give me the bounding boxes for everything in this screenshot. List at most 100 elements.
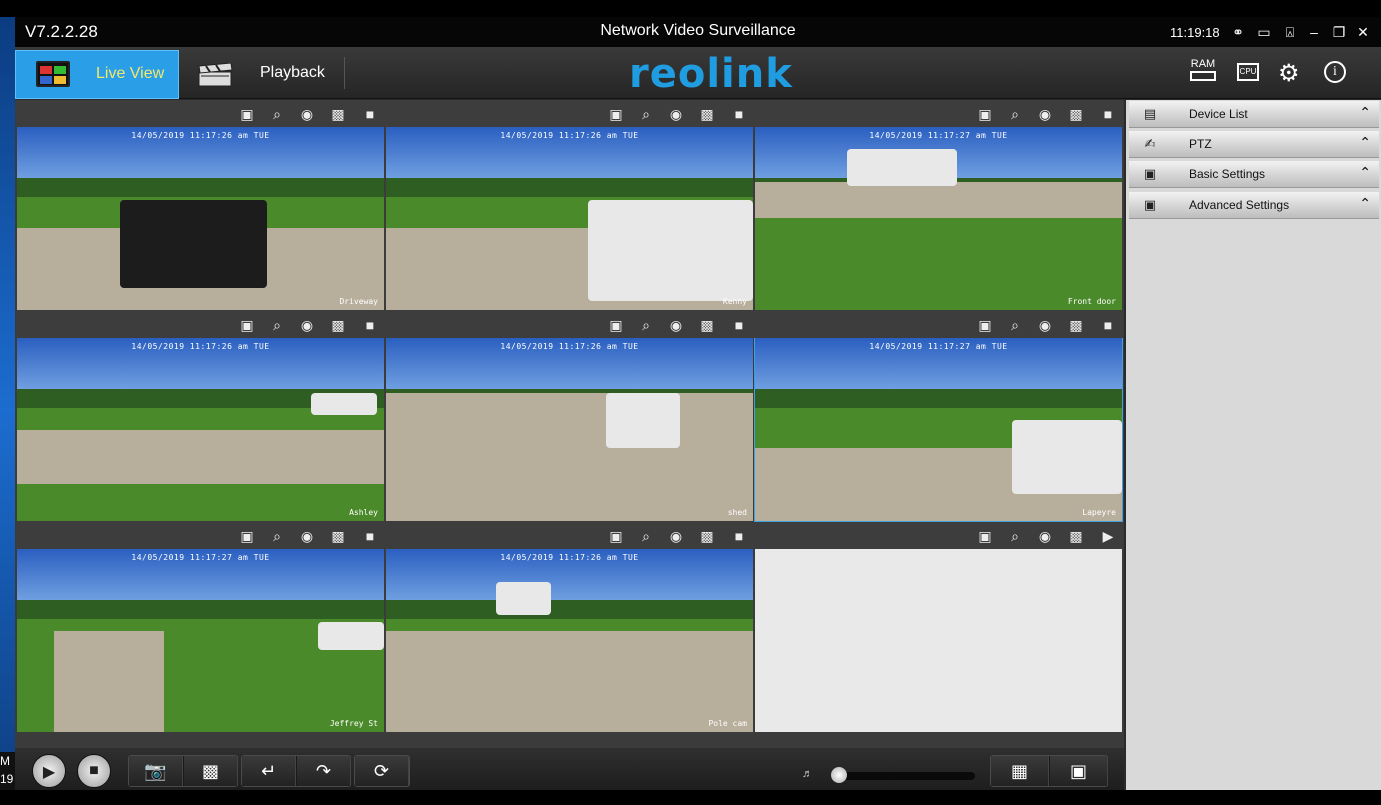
side-item-advanced-settings[interactable]: ▣ Advanced Settings ⌃ bbox=[1129, 192, 1379, 219]
snapshot-icon[interactable]: ◉ bbox=[1036, 528, 1054, 544]
record-icon[interactable]: ▩ bbox=[698, 106, 716, 122]
fit-screen-icon[interactable]: ▣ bbox=[607, 106, 625, 122]
record-icon[interactable]: ▩ bbox=[329, 317, 347, 333]
fit-screen-icon[interactable]: ▣ bbox=[976, 528, 994, 544]
stop-icon[interactable]: ■ bbox=[1099, 106, 1117, 122]
minimize-icon[interactable]: – bbox=[1305, 23, 1323, 41]
record-icon[interactable]: ▩ bbox=[329, 106, 347, 122]
record-icon[interactable]: ▩ bbox=[329, 528, 347, 544]
camera-feed[interactable]: 14/05/2019 11:17:27 am TUE Jeffrey St bbox=[17, 549, 384, 732]
snapshot-icon[interactable]: ◉ bbox=[667, 528, 685, 544]
close-icon[interactable]: ✕ bbox=[1354, 23, 1372, 41]
tab-live-view[interactable]: Live View bbox=[15, 50, 179, 99]
zoom-icon[interactable]: ⌕ bbox=[268, 317, 286, 333]
info-icon[interactable]: i bbox=[1324, 61, 1346, 83]
fit-screen-icon[interactable]: ▣ bbox=[976, 106, 994, 122]
chevron-up-icon[interactable]: ⌃ bbox=[1359, 104, 1371, 121]
record-button[interactable]: ▩ bbox=[184, 756, 238, 786]
fit-screen-icon[interactable]: ▣ bbox=[607, 317, 625, 333]
chevron-up-icon[interactable]: ⌃ bbox=[1359, 164, 1371, 181]
side-item-ptz[interactable]: ✍ PTZ ⌃ bbox=[1129, 131, 1379, 158]
record-icon[interactable]: ▩ bbox=[698, 528, 716, 544]
side-item-basic-settings[interactable]: ▣ Basic Settings ⌃ bbox=[1129, 161, 1379, 188]
cycle-button[interactable]: ⟳ bbox=[355, 756, 409, 786]
stop-button[interactable]: ■ bbox=[77, 754, 111, 788]
fit-screen-icon[interactable]: ▣ bbox=[607, 528, 625, 544]
camera-cell[interactable]: ▣ ⌕ ◉ ▩ ■ 14/05/2019 11:17:26 am TUE shed bbox=[385, 311, 754, 522]
camera-cell[interactable]: ▣ ⌕ ◉ ▩ ■ 14/05/2019 11:17:27 am TUE Front doo… bbox=[754, 100, 1123, 311]
cpu-icon[interactable]: CPU bbox=[1237, 63, 1259, 81]
camera-cell[interactable]: ▣ ⌕ ◉ ▩ ■ 14/05/2019 11:17:26 am TUE Ashley bbox=[16, 311, 385, 522]
live-view-icon bbox=[36, 61, 70, 87]
stop-icon[interactable]: ■ bbox=[361, 106, 379, 122]
camera-feed[interactable]: 14/05/2019 11:17:26 am TUE shed bbox=[386, 338, 753, 521]
camera-cell[interactable]: ▣ ⌕ ◉ ▩ ▶ bbox=[754, 522, 1123, 733]
zoom-icon[interactable]: ⌕ bbox=[1006, 317, 1024, 333]
fit-screen-icon[interactable]: ▣ bbox=[976, 317, 994, 333]
camera-cell[interactable]: ▣ ⌕ ◉ ▩ ■ 14/05/2019 11:17:26 am TUE Kenny bbox=[385, 100, 754, 311]
snapshot-icon[interactable]: ◉ bbox=[298, 317, 316, 333]
volume-knob[interactable] bbox=[831, 767, 847, 783]
stop-icon[interactable]: ■ bbox=[730, 106, 748, 122]
globe-icon[interactable]: ⚭ bbox=[1229, 23, 1247, 41]
speaker-icon[interactable]: ♬ bbox=[802, 768, 813, 780]
camera-feed[interactable]: 14/05/2019 11:17:26 am TUE Kenny bbox=[386, 127, 753, 310]
record-icon[interactable]: ▩ bbox=[698, 317, 716, 333]
fit-screen-icon[interactable]: ▣ bbox=[238, 317, 256, 333]
stop-icon[interactable]: ■ bbox=[1099, 317, 1117, 333]
zoom-icon[interactable]: ⌕ bbox=[637, 106, 655, 122]
camera-feed[interactable]: 14/05/2019 11:17:26 am TUE Driveway bbox=[17, 127, 384, 310]
snapshot-icon[interactable]: ◉ bbox=[667, 317, 685, 333]
zoom-icon[interactable]: ⌕ bbox=[1006, 528, 1024, 544]
zoom-icon[interactable]: ⌕ bbox=[1006, 106, 1024, 122]
stop-icon[interactable]: ■ bbox=[361, 317, 379, 333]
fit-screen-icon[interactable]: ▣ bbox=[238, 106, 256, 122]
snapshot-icon[interactable]: ◉ bbox=[1036, 106, 1054, 122]
stop-icon[interactable]: ■ bbox=[730, 528, 748, 544]
layout-button[interactable]: ▦ bbox=[991, 756, 1049, 786]
snapshot-icon[interactable]: ◉ bbox=[667, 106, 685, 122]
snapshot-icon[interactable]: ◉ bbox=[298, 106, 316, 122]
monitor-icon[interactable]: ▭ bbox=[1255, 23, 1273, 41]
tab-playback[interactable]: Playback bbox=[187, 50, 345, 99]
camera-timestamp: 14/05/2019 11:17:26 am TUE bbox=[500, 553, 639, 562]
empty-channel[interactable] bbox=[755, 549, 1122, 732]
snapshot-button[interactable]: 📷 bbox=[129, 756, 183, 786]
chevron-up-icon[interactable]: ⌃ bbox=[1359, 134, 1371, 151]
lock-icon[interactable]: ⍓ bbox=[1281, 23, 1299, 41]
record-icon[interactable]: ▩ bbox=[1067, 106, 1085, 122]
record-icon[interactable]: ▩ bbox=[1067, 317, 1085, 333]
fullscreen-button[interactable]: ▣ bbox=[1050, 756, 1108, 786]
settings-gear-icon[interactable]: ⚙ bbox=[1278, 59, 1300, 88]
camera-feed[interactable]: 14/05/2019 11:17:27 am TUE Lapeyre bbox=[755, 338, 1122, 521]
stop-icon[interactable]: ■ bbox=[361, 528, 379, 544]
zoom-icon[interactable]: ⌕ bbox=[268, 528, 286, 544]
side-panel: ▤ Device List ⌃ ✍ PTZ ⌃ ▣ Basic Settings… bbox=[1126, 100, 1381, 790]
zoom-icon[interactable]: ⌕ bbox=[637, 528, 655, 544]
camera-feed[interactable]: 14/05/2019 11:17:26 am TUE Ashley bbox=[17, 338, 384, 521]
chevron-up-icon[interactable]: ⌃ bbox=[1359, 195, 1371, 212]
camera-cell[interactable]: ▣ ⌕ ◉ ▩ ■ 14/05/2019 11:17:26 am TUE Driveway bbox=[16, 100, 385, 311]
camera-feed[interactable]: 14/05/2019 11:17:27 am TUE Front door bbox=[755, 127, 1122, 310]
camera-timestamp: 14/05/2019 11:17:27 am TUE bbox=[869, 342, 1008, 351]
camera-cell[interactable]: ▣ ⌕ ◉ ▩ ■ 14/05/2019 11:17:26 am TUE Pole cam bbox=[385, 522, 754, 733]
restore-icon[interactable]: ❐ bbox=[1330, 23, 1348, 41]
snapshot-icon[interactable]: ◉ bbox=[298, 528, 316, 544]
play-button[interactable]: ▶ bbox=[32, 754, 66, 788]
camera-cell[interactable]: ▣ ⌕ ◉ ▩ ■ 14/05/2019 11:17:27 am TUE Lapeyre bbox=[754, 311, 1123, 522]
taskbar-time: M bbox=[0, 754, 10, 768]
volume-slider[interactable] bbox=[837, 772, 975, 780]
zoom-icon[interactable]: ⌕ bbox=[637, 317, 655, 333]
record-icon[interactable]: ▩ bbox=[1067, 528, 1085, 544]
stop-icon[interactable]: ■ bbox=[730, 317, 748, 333]
snapshot-icon[interactable]: ◉ bbox=[1036, 317, 1054, 333]
play-icon[interactable]: ▶ bbox=[1099, 528, 1117, 544]
fit-screen-icon[interactable]: ▣ bbox=[238, 528, 256, 544]
ram-icon[interactable]: RAM bbox=[1190, 59, 1216, 81]
side-item-device-list[interactable]: ▤ Device List ⌃ bbox=[1129, 101, 1379, 128]
camera-feed[interactable]: 14/05/2019 11:17:26 am TUE Pole cam bbox=[386, 549, 753, 732]
zoom-icon[interactable]: ⌕ bbox=[268, 106, 286, 122]
next-page-button[interactable]: ↷ bbox=[297, 756, 351, 786]
prev-page-button[interactable]: ↵ bbox=[242, 756, 296, 786]
camera-cell[interactable]: ▣ ⌕ ◉ ▩ ■ 14/05/2019 11:17:27 am TUE Jeffrey S… bbox=[16, 522, 385, 733]
